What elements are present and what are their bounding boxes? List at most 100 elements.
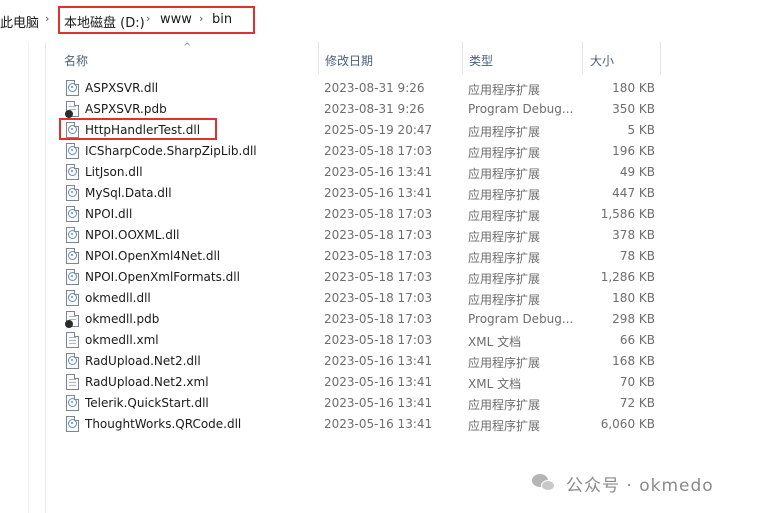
breadcrumb-separator-icon[interactable]: › (199, 12, 203, 25)
wechat-icon (532, 472, 558, 494)
column-divider[interactable] (318, 42, 319, 74)
file-modified: 2023-05-18 17:03 (324, 228, 433, 242)
file-name: ThoughtWorks.QRCode.dll (85, 417, 242, 431)
column-divider[interactable] (660, 42, 661, 74)
file-type: 应用程序扩展 (468, 188, 541, 202)
watermark: 公众号 · okmedo (532, 470, 714, 496)
file-highlight-box (59, 118, 217, 140)
file-modified: 2023-05-16 13:41 (324, 396, 433, 410)
file-type: 应用程序扩展 (468, 251, 541, 265)
file-name: okmedll.xml (85, 333, 159, 347)
file-row[interactable]: LitJson.dll 2023-05-16 13:41 应用程序扩展 49 KB (62, 162, 662, 183)
file-size: 350 KB (612, 102, 655, 116)
file-row[interactable]: okmedll.dll 2023-05-18 17:03 应用程序扩展 180 KB (62, 288, 662, 309)
file-size: 1,586 KB (600, 207, 655, 221)
dll-icon (66, 185, 79, 201)
file-size: 180 KB (612, 81, 655, 95)
file-row[interactable]: ICSharpCode.SharpZipLib.dll 2023-05-18 17… (62, 141, 662, 162)
file-type: XML 文档 (468, 377, 522, 391)
file-modified: 2023-08-31 9:26 (324, 102, 425, 116)
pdb-icon (65, 311, 79, 328)
breadcrumb-separator-icon[interactable]: › (45, 12, 49, 25)
file-name: MySql.Data.dll (85, 186, 172, 200)
file-row[interactable]: NPOI.OpenXmlFormats.dll 2023-05-18 17:03 应… (62, 267, 662, 288)
file-name: NPOI.OpenXml4Net.dll (85, 249, 221, 263)
file-size: 70 KB (619, 375, 655, 389)
pane-divider (28, 42, 29, 513)
breadcrumb-drive[interactable]: 本地磁盘 (D:) (64, 12, 145, 31)
file-row[interactable]: NPOI.OpenXml4Net.dll 2023-05-18 17:03 应用程序… (62, 246, 662, 267)
file-type: 应用程序扩展 (468, 398, 541, 412)
file-modified: 2023-05-18 17:03 (324, 270, 433, 284)
file-row[interactable]: RadUpload.Net2.xml 2023-05-16 13:41 XML 文档… (62, 372, 662, 393)
breadcrumb-this-pc[interactable]: 此电脑 (0, 12, 39, 31)
file-row[interactable]: ASPXSVR.dll 2023-08-31 9:26 应用程序扩展 180 KB (62, 78, 662, 99)
file-row[interactable]: ThoughtWorks.QRCode.dll 2023-05-16 13:41 应… (62, 414, 662, 435)
file-name: Telerik.QuickStart.dll (85, 396, 209, 410)
file-row[interactable]: RadUpload.Net2.dll 2023-05-16 13:41 应用程序扩展… (62, 351, 662, 372)
address-bar[interactable]: 此电脑 › 本地磁盘 (D:) › www › bin (0, 0, 765, 42)
dll-icon (66, 206, 79, 222)
file-modified: 2023-05-18 17:03 (324, 144, 433, 158)
sort-ascending-icon: ^ (183, 42, 192, 53)
file-type: 应用程序扩展 (468, 419, 541, 433)
file-row[interactable]: Telerik.QuickStart.dll 2023-05-16 13:41 应用… (62, 393, 662, 414)
file-type: Program Debug... (468, 102, 574, 116)
file-modified: 2023-05-16 13:41 (324, 186, 433, 200)
file-size: 1,286 KB (600, 270, 655, 284)
breadcrumb-separator-icon[interactable]: › (146, 12, 150, 25)
file-size: 168 KB (612, 354, 655, 368)
breadcrumb-bin[interactable]: bin (212, 12, 232, 27)
file-type: 应用程序扩展 (468, 83, 541, 97)
xml-icon (66, 332, 79, 348)
file-name: ICSharpCode.SharpZipLib.dll (85, 144, 257, 158)
dll-icon (66, 143, 79, 159)
file-modified: 2023-05-16 13:41 (324, 165, 433, 179)
file-row[interactable]: okmedll.xml 2023-05-18 17:03 XML 文档 66 KB (62, 330, 662, 351)
file-row[interactable]: ASPXSVR.pdb 2023-08-31 9:26 Program Debug.… (62, 99, 662, 120)
dll-icon (66, 269, 79, 285)
column-divider[interactable] (462, 42, 463, 74)
dll-icon (66, 290, 79, 306)
file-type: XML 文档 (468, 335, 522, 349)
file-name: NPOI.dll (85, 207, 133, 221)
file-type: 应用程序扩展 (468, 230, 541, 244)
file-name: ASPXSVR.dll (85, 81, 159, 95)
file-row[interactable]: MySql.Data.dll 2023-05-16 13:41 应用程序扩展 447 … (62, 183, 662, 204)
breadcrumb-www[interactable]: www (160, 12, 192, 27)
file-modified: 2023-05-18 17:03 (324, 333, 433, 347)
column-header-name[interactable]: 名称 (64, 52, 88, 69)
file-name: RadUpload.Net2.xml (85, 375, 209, 389)
file-size: 6,060 KB (600, 417, 655, 431)
column-divider[interactable] (582, 42, 583, 74)
file-modified: 2023-08-31 9:26 (324, 81, 425, 95)
file-row[interactable]: okmedll.pdb 2023-05-18 17:03 Program Debug… (62, 309, 662, 330)
dll-icon (66, 80, 79, 96)
column-header-modified[interactable]: 修改日期 (325, 52, 373, 69)
dll-icon (66, 248, 79, 264)
file-size: 378 KB (612, 228, 655, 242)
column-header-size[interactable]: 大小 (590, 52, 614, 69)
file-row[interactable]: NPOI.OOXML.dll 2023-05-18 17:03 应用程序扩展 378 … (62, 225, 662, 246)
navigation-pane[interactable] (0, 42, 46, 513)
column-header-type[interactable]: 类型 (469, 52, 493, 69)
file-size: 72 KB (619, 396, 655, 410)
file-row[interactable]: NPOI.dll 2023-05-18 17:03 应用程序扩展 1,586 KB (62, 204, 662, 225)
file-name: ASPXSVR.pdb (85, 102, 167, 116)
file-modified: 2023-05-18 17:03 (324, 249, 433, 263)
watermark-text: 公众号 · okmedo (566, 475, 714, 496)
file-modified: 2023-05-16 13:41 (324, 417, 433, 431)
file-size: 49 KB (619, 165, 655, 179)
file-modified: 2023-05-18 17:03 (324, 291, 433, 305)
dll-icon (66, 416, 79, 432)
file-size: 66 KB (619, 333, 655, 347)
file-type: 应用程序扩展 (468, 125, 541, 139)
file-modified: 2023-05-16 13:41 (324, 375, 433, 389)
file-modified: 2023-05-18 17:03 (324, 207, 433, 221)
file-size: 78 KB (619, 249, 655, 263)
dll-icon (66, 164, 79, 180)
file-type: 应用程序扩展 (468, 146, 541, 160)
xml-icon (66, 374, 79, 390)
file-size: 5 KB (627, 123, 655, 137)
file-size: 447 KB (612, 186, 655, 200)
